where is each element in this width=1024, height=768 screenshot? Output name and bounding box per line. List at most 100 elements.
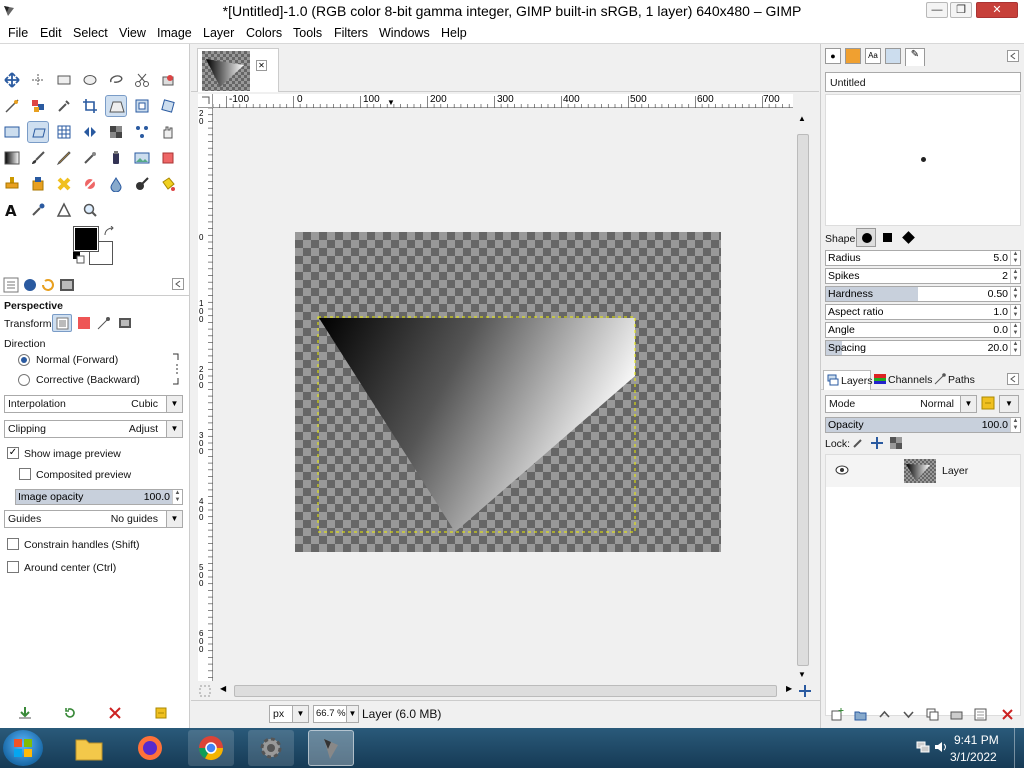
shape-circle-button[interactable]: [856, 228, 876, 247]
paintbrush-tool-button[interactable]: [27, 147, 49, 169]
composited-preview-checkbox[interactable]: [19, 468, 31, 480]
constrain-handles-checkbox[interactable]: [7, 538, 19, 550]
show-preview-checkbox[interactable]: ✓: [7, 447, 19, 459]
tab-layers[interactable]: Layers: [823, 370, 873, 390]
zoom-combo[interactable]: 66.7 % ▼: [313, 705, 359, 723]
mode-combo[interactable]: Mode Normal ▼: [825, 395, 977, 413]
close-button[interactable]: ✕: [976, 2, 1018, 18]
menu-view[interactable]: View: [119, 26, 146, 40]
restore-options-icon[interactable]: [63, 706, 77, 720]
spin-arrows-icon[interactable]: ▲ ▼: [1010, 287, 1020, 301]
menu-colors[interactable]: Colors: [246, 26, 282, 40]
device-status-tab-icon[interactable]: [22, 277, 38, 293]
mode-options-combo[interactable]: ▼: [999, 395, 1019, 413]
shape-diamond-button[interactable]: [902, 231, 915, 244]
scroll-up-icon[interactable]: ▲: [798, 114, 806, 123]
menu-select[interactable]: Select: [73, 26, 108, 40]
menu-edit[interactable]: Edit: [40, 26, 62, 40]
chain-link-icon[interactable]: [172, 352, 180, 386]
angle-slider[interactable]: Angle 0.0 ▲ ▼: [825, 322, 1021, 338]
lock-alpha-icon[interactable]: [890, 437, 902, 449]
spin-arrows-icon[interactable]: ▲ ▼: [1010, 323, 1020, 337]
image-opacity-slider[interactable]: Image opacity 100.0 ▲ ▼: [15, 489, 183, 505]
brush-editor-tab-icon[interactable]: ✎: [905, 48, 925, 66]
horizontal-scroll-thumb[interactable]: [234, 685, 777, 697]
text-tool-button[interactable]: A: [1, 199, 23, 221]
mode-reset-icon[interactable]: [981, 396, 995, 410]
duplicate-layer-icon[interactable]: [926, 708, 939, 721]
layer-opacity-slider[interactable]: Opacity 100.0 ▲ ▼: [825, 417, 1021, 433]
lock-pixels-icon[interactable]: [852, 437, 864, 449]
perspective-clone-tool-button[interactable]: [27, 121, 49, 143]
fonts-tab-icon[interactable]: Aa: [865, 48, 881, 64]
ellipse-select-tool-button[interactable]: [79, 69, 101, 91]
save-options-icon[interactable]: [18, 706, 32, 720]
heal-bandage-tool-button[interactable]: [53, 173, 75, 195]
restore-button[interactable]: ❐: [950, 2, 972, 18]
patterns-tab-icon[interactable]: [845, 48, 861, 64]
spin-arrows-icon[interactable]: ▲ ▼: [1010, 269, 1020, 283]
default-colors-icon[interactable]: [73, 252, 85, 264]
scroll-down-icon[interactable]: ▼: [798, 670, 806, 679]
foreground-color-swatch[interactable]: [73, 226, 99, 252]
spikes-slider[interactable]: Spikes 2 ▲ ▼: [825, 268, 1021, 284]
menu-windows[interactable]: Windows: [379, 26, 430, 40]
spacing-slider[interactable]: Spacing 20.0 ▲ ▼: [825, 340, 1021, 356]
delete-layer-icon[interactable]: [1001, 708, 1014, 721]
transform-path-icon[interactable]: [97, 316, 111, 330]
menu-filters[interactable]: Filters: [334, 26, 368, 40]
configure-tab-icon[interactable]: [172, 278, 184, 290]
delete-options-icon[interactable]: [108, 706, 122, 720]
horizontal-ruler[interactable]: -100 0 100 200 300 400 500 600 700 ▼: [213, 94, 793, 108]
direction-normal-radio[interactable]: [18, 354, 30, 366]
configure-tab-icon[interactable]: [1007, 50, 1019, 62]
move-tool-button[interactable]: [1, 69, 23, 91]
undo-history-tab-icon[interactable]: [40, 277, 56, 293]
spin-arrows-icon[interactable]: ▲ ▼: [172, 490, 182, 504]
layer-row[interactable]: Layer: [826, 455, 1020, 487]
foreground-select-tool-button[interactable]: [157, 69, 179, 91]
heal-tool-button[interactable]: [27, 173, 49, 195]
menu-image[interactable]: Image: [157, 26, 192, 40]
eye-icon[interactable]: [835, 465, 849, 475]
network-icon[interactable]: [916, 740, 930, 754]
gradient-tool-button[interactable]: [1, 147, 23, 169]
show-desktop-button[interactable]: [1014, 728, 1024, 768]
direction-corrective-radio[interactable]: [18, 374, 30, 386]
transform-layer-button[interactable]: [52, 314, 72, 332]
smudge-tool-button[interactable]: [79, 173, 101, 195]
clone-tool-button[interactable]: [1, 173, 23, 195]
zoom-tool-button[interactable]: [79, 199, 101, 221]
horizontal-scrollbar[interactable]: ◀ ▶: [220, 684, 796, 698]
handle-transform-tool-button[interactable]: [131, 121, 153, 143]
shape-square-button[interactable]: [883, 233, 892, 242]
fuzzy-select-tool-button[interactable]: [27, 95, 49, 117]
merge-layer-icon[interactable]: [974, 708, 987, 721]
blur-tool-button[interactable]: [105, 173, 127, 195]
crop-tool-button[interactable]: [79, 95, 101, 117]
rotate-tool-button[interactable]: [157, 95, 179, 117]
images-tab-icon[interactable]: [59, 277, 75, 293]
perspective-tool-button[interactable]: [105, 95, 127, 117]
start-button[interactable]: [3, 730, 43, 766]
taskbar-firefox-button[interactable]: [128, 730, 174, 766]
volume-icon[interactable]: [934, 740, 948, 754]
reset-options-icon[interactable]: [154, 706, 168, 720]
brush-name-field[interactable]: Untitled: [825, 72, 1021, 92]
spin-arrows-icon[interactable]: ▲ ▼: [1010, 251, 1020, 265]
menu-file[interactable]: File: [8, 26, 28, 40]
raise-layer-icon[interactable]: [878, 708, 891, 721]
navigate-icon[interactable]: [799, 685, 811, 697]
canvas-area[interactable]: [213, 108, 793, 681]
taskbar-chrome-button[interactable]: [188, 730, 234, 766]
spin-arrows-icon[interactable]: ▲ ▼: [1010, 305, 1020, 319]
tool-options-tab-icon[interactable]: [3, 277, 19, 293]
swap-colors-icon[interactable]: [103, 226, 115, 238]
clipping-combo[interactable]: Clipping Adjust ▼: [4, 420, 183, 438]
menu-help[interactable]: Help: [441, 26, 467, 40]
clock-date[interactable]: 3/1/2022: [950, 750, 997, 764]
dodge-burn-tool-button[interactable]: [131, 173, 153, 195]
pencil-tool-button[interactable]: [53, 147, 75, 169]
scissors-tool-button[interactable]: [131, 69, 153, 91]
color-picker-tool-button[interactable]: [53, 95, 75, 117]
